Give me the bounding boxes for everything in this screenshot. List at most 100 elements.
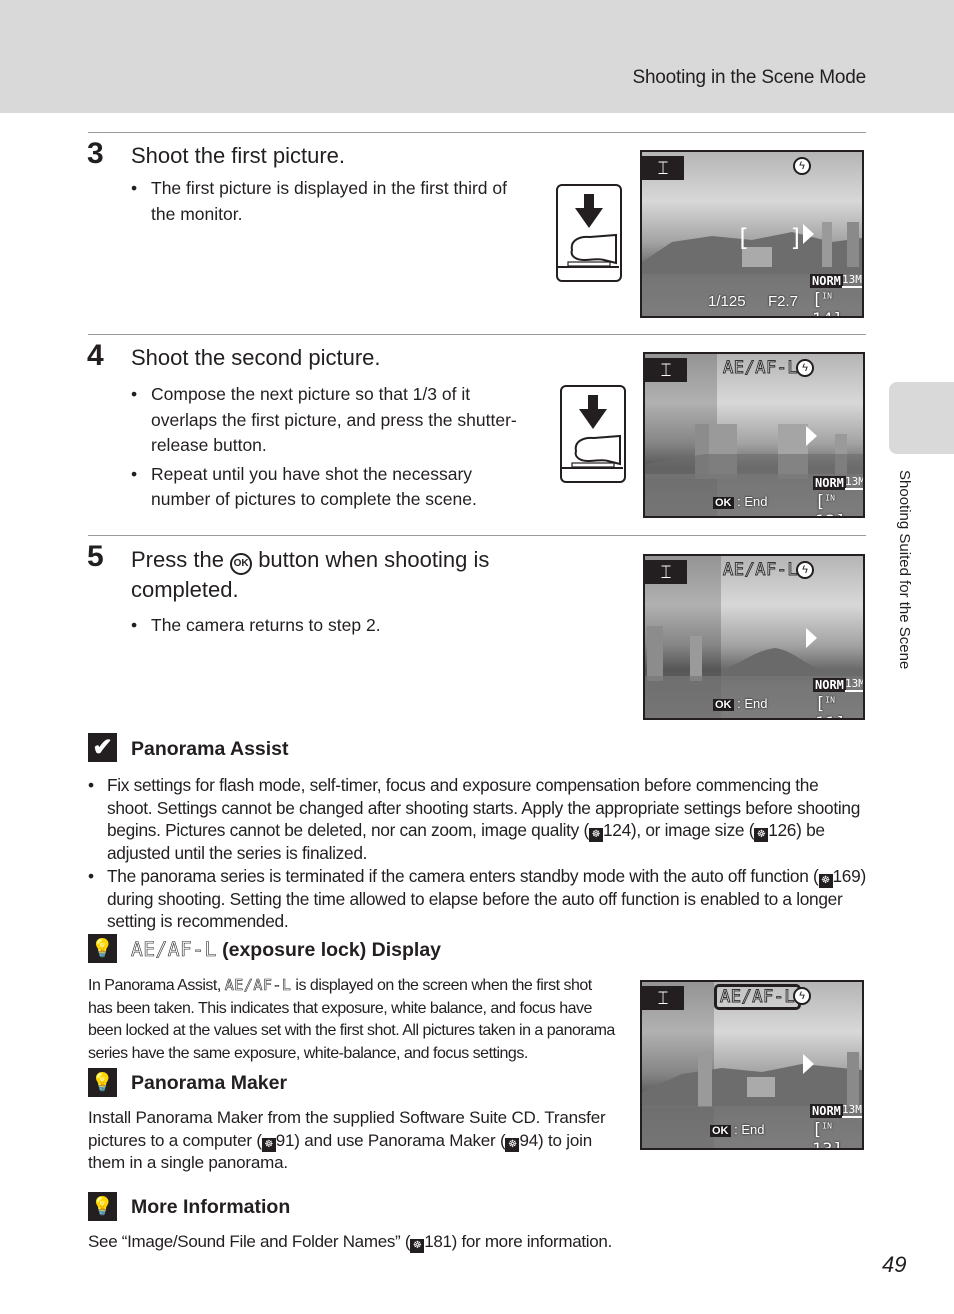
page-ref[interactable]: 94 [519,1131,538,1150]
page-ref-icon: ☸ [261,1137,276,1152]
note-paragraph: In Panorama Assist, AE/AF-L is displayed… [88,974,618,1065]
panorama-assist-icon: ⌶ [645,358,687,382]
text: ) for more information. [451,1232,613,1251]
image-mode: NORM [810,1104,843,1118]
camera-screen-step3: ⌶ ϟ [ ] NORM 13M 1/125 F2.7 [IN 14] [640,150,864,318]
page-ref-icon: ☸ [588,828,603,842]
divider [88,535,866,536]
step-title: Press the OK button when shooting is com… [131,545,551,604]
scene-photo [642,1052,862,1107]
bullet-item: The camera returns to step 2. [131,613,531,639]
note-title: Panorama Assist [131,738,289,760]
ok-end-hint: OK : End [710,1122,764,1137]
step-title: Shoot the first picture. [131,143,345,168]
shutter-press-icon [560,385,626,483]
exposures-count: 13 [812,1140,833,1150]
ae-af-lock-label: AE/AF-L [131,938,217,962]
image-mode: NORM [813,476,846,490]
step-bullets: The camera returns to step 2. [131,613,531,639]
section-title: Shooting in the Scene Mode [632,67,866,88]
arrow-right-icon [806,628,817,648]
divider [88,334,866,335]
ok-end-hint: OK : End [713,494,767,509]
note-paragraph: See “Image/Sound File and Folder Names” … [88,1231,888,1254]
bullet-item: Repeat until you have shot the necessary… [131,462,531,513]
shutter-press-icon [556,184,622,282]
page-ref[interactable]: 91 [276,1131,295,1150]
step-number: 5 [87,540,104,573]
scene-photo [645,424,863,479]
image-size: 13M [842,273,862,288]
note-title: More Information [131,1196,291,1218]
flash-off-icon: ϟ [793,157,811,175]
image-mode: NORM [810,274,843,288]
note-title: AE/AF-L (exposure lock) Display [131,938,441,962]
page-ref[interactable]: 126 [768,820,796,840]
page-ref[interactable]: 124 [603,820,631,840]
tip-bulb-icon: 💡 [88,934,117,963]
scene-photo [647,626,863,681]
flash-off-icon: ϟ [796,561,814,579]
ae-af-lock-label: AE/AF-L [224,976,292,995]
bullet-item: The first picture is displayed in the fi… [131,176,531,227]
arrow-right-icon [803,1054,814,1074]
aperture: F2.7 [768,293,799,310]
ok-action: : End [734,1122,765,1137]
step-title-text: Press the [131,547,224,572]
panorama-assist-icon: ⌶ [642,986,684,1010]
text: See “Image/Sound File and Folder Names” … [88,1232,411,1251]
page-ref-icon: ☸ [505,1137,520,1152]
text: ), or image size ( [630,820,755,840]
image-size: 13M [842,1103,862,1118]
bullet-item: Fix settings for flash mode, self-timer,… [88,774,868,865]
ok-end-hint: OK : End [713,696,767,711]
step-bullets: The first picture is displayed in the fi… [131,176,531,227]
exposures-count: 13 [815,512,835,516]
note-bullets: Fix settings for flash mode, self-timer,… [88,774,868,933]
ae-af-lock-indicator-highlighted: AE/AF-L [714,984,802,1010]
ok-key: OK [710,1125,731,1137]
camera-screen-step4: ⌶ AE/AF-L ϟ NORM 13M OK : End [IN 13] [643,352,865,518]
chapter-tab-label: Shooting Suited for the Scene [896,470,913,670]
panorama-assist-icon: ⌶ [642,156,684,180]
flash-off-icon: ϟ [796,359,814,377]
memory-indicator: IN [822,1121,832,1131]
memory-indicator: IN [825,695,835,705]
page-ref[interactable]: 169 [833,866,861,886]
page-number: 49 [882,1252,907,1277]
text: In Panorama Assist, [88,977,221,994]
note-title: Panorama Maker [131,1072,288,1094]
chapter-tab [889,382,954,454]
ok-action: : End [737,494,768,509]
ok-action: : End [737,696,768,711]
caution-check-icon: ✔ [88,733,117,762]
page-ref-icon: ☸ [754,828,769,842]
image-size: 13M [845,677,865,692]
text: The panorama series is terminated if the… [107,865,819,886]
exposures-remaining: [IN 14] [812,290,862,316]
exposures-remaining: [IN 13] [812,1120,862,1150]
page-ref[interactable]: 181 [424,1232,452,1251]
step-number: 4 [87,339,104,372]
ok-button-icon: OK [230,553,253,575]
tip-bulb-icon: 💡 [88,1192,117,1221]
memory-indicator: IN [825,493,835,503]
exposures-remaining: [IN 13] [815,492,863,516]
header-band: Shooting in the Scene Mode [0,0,954,113]
bullet-item: Compose the next picture so that 1/3 of … [131,382,531,459]
text: ) and use Panorama Maker ( [294,1130,506,1150]
exposures-remaining: [IN 11] [815,694,863,718]
step-title: Shoot the second picture. [131,345,381,370]
ae-af-lock-indicator: AE/AF-L [722,560,799,581]
flash-off-icon: ϟ [793,987,811,1005]
step-number: 3 [87,137,104,170]
bullet-item: The panorama series is terminated if the… [88,865,868,933]
arrow-right-icon [806,426,817,446]
tip-bulb-icon: 💡 [88,1068,117,1097]
note-paragraph: Install Panorama Maker from the supplied… [88,1107,608,1175]
ae-af-lock-indicator: AE/AF-L [722,358,799,379]
camera-screen-aeaf: ⌶ AE/AF-L ϟ NORM 13M OK : End [IN 13] [640,980,864,1150]
panorama-assist-icon: ⌶ [645,560,687,584]
image-mode: NORM [813,678,846,692]
ok-key: OK [713,497,734,509]
